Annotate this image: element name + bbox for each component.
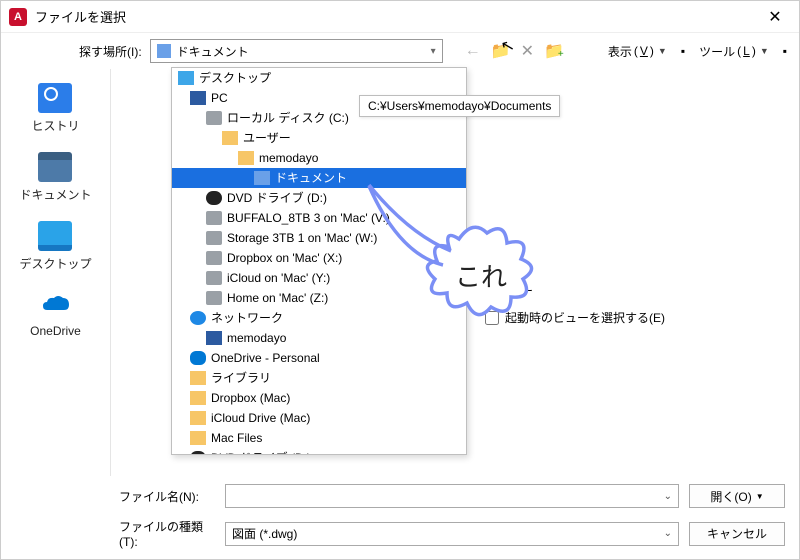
folder-icon [238,151,254,165]
window-title: ファイルを選択 [35,7,759,26]
sidebar-item-onedrive[interactable]: OneDrive [30,290,81,338]
tree-item-label: PC [211,89,228,107]
tree-item[interactable]: iCloud Drive (Mac) [172,408,466,428]
filename-input[interactable]: ⌄ [225,484,679,508]
tools-menu[interactable]: ツール(L) ▼ [693,41,775,62]
tree-item[interactable]: ユーザー [172,128,466,148]
sidebar: ヒストリ ドキュメント デスクトップ OneDrive [1,69,111,476]
toolbar: 探す場所(I): ドキュメント ▾ ↖ ← 📁 ✕ 📁+ 表示(V) ▼ ▪ ツ… [1,33,799,69]
pc-icon [190,91,206,105]
tree-item-label: memodayo [259,149,318,167]
tree-item-label: DVD ドライブ (D:) [211,449,311,455]
view-menu[interactable]: 表示(V) ▼ [602,41,673,62]
desktop-icon [178,71,194,85]
callout-annotation: これ [399,179,569,352]
cloud-icon [190,351,206,365]
folder-icon [190,431,206,445]
filename-label: ファイル名(N): [119,488,215,505]
tree-item[interactable]: DVD ドライブ (D:) [172,448,466,455]
tree-item[interactable]: デスクトップ [172,68,466,88]
tree-item-label: Dropbox (Mac) [211,389,290,407]
sidebar-item-desktop[interactable]: デスクトップ [19,221,91,272]
tree-item[interactable]: Dropbox (Mac) [172,388,466,408]
disk-icon [206,111,222,125]
history-icon [38,83,72,113]
doc-icon [254,171,270,185]
cancel-button[interactable]: キャンセル [689,522,785,546]
dvd-icon [190,451,206,455]
documents-icon [38,152,72,182]
tree-item-label: Dropbox on 'Mac' (X:) [227,249,342,267]
chevron-down-icon: ▼ [658,46,667,56]
folder-icon [190,371,206,385]
path-tooltip: C:¥Users¥memodayo¥Documents [359,95,560,117]
chevron-down-icon: ▼ [760,46,769,56]
chevron-down-icon: ▼ [756,492,764,501]
chevron-down-icon: ⌄ [664,528,672,539]
document-icon [157,44,171,58]
folder-icon [222,131,238,145]
tree-item-label: iCloud on 'Mac' (Y:) [227,269,330,287]
pc-icon [206,331,222,345]
close-icon[interactable]: ✕ [759,7,791,27]
dvd-icon [206,191,222,205]
open-button[interactable]: 開く(O) ▼ [689,484,785,508]
tree-item-label: ユーザー [243,129,291,147]
sidebar-item-history[interactable]: ヒストリ [31,83,79,134]
tree-item-label: ライブラリ [211,369,271,387]
disk-icon [206,231,222,245]
chevron-down-icon: ⌄ [664,491,672,502]
tree-item-label: DVD ドライブ (D:) [227,189,327,207]
delete-icon[interactable]: ✕ [521,41,534,61]
tree-item-label: ローカル ディスク (C:) [227,109,349,127]
titlebar: A ファイルを選択 ✕ [1,1,799,33]
tree-item[interactable]: Mac Files [172,428,466,448]
filetype-label: ファイルの種類(T): [119,518,215,549]
new-folder-icon[interactable]: 📁+ [544,41,564,61]
folder-icon [190,391,206,405]
back-icon[interactable]: ← [465,42,481,60]
disk-icon [206,271,222,285]
tree-item-label: デスクトップ [199,69,271,87]
tree-item-label: Mac Files [211,429,262,447]
disk-icon [206,251,222,265]
tree-item-label: iCloud Drive (Mac) [211,409,310,427]
net-icon [190,311,206,325]
lookin-label: 探す場所(I): [79,43,142,60]
tree-item-label: Home on 'Mac' (Z:) [227,289,328,307]
tree-item-label: ネットワーク [211,309,283,327]
sidebar-item-documents[interactable]: ドキュメント [19,152,91,203]
folder-icon [190,411,206,425]
tree-item-label: BUFFALO_8TB 3 on 'Mac' (V:) [227,209,390,227]
lookin-value: ドキュメント [177,43,249,60]
lookin-combo[interactable]: ドキュメント ▾ ↖ [150,39,443,63]
tree-item-label: memodayo [227,329,286,347]
tree-item-label: ドキュメント [275,169,347,187]
tree-item[interactable]: memodayo [172,148,466,168]
disk-icon [206,211,222,225]
filetype-select[interactable]: 図面 (*.dwg) ⌄ [225,522,679,546]
disk-icon [206,291,222,305]
tree-item-label: OneDrive - Personal [211,349,320,367]
onedrive-icon [39,290,73,320]
tree-item[interactable]: ライブラリ [172,368,466,388]
tree-item-label: Storage 3TB 1 on 'Mac' (W:) [227,229,377,247]
desktop-icon [38,221,72,251]
callout-text: これ [455,257,507,294]
app-icon: A [9,8,27,26]
chevron-down-icon: ▾ [431,46,436,57]
